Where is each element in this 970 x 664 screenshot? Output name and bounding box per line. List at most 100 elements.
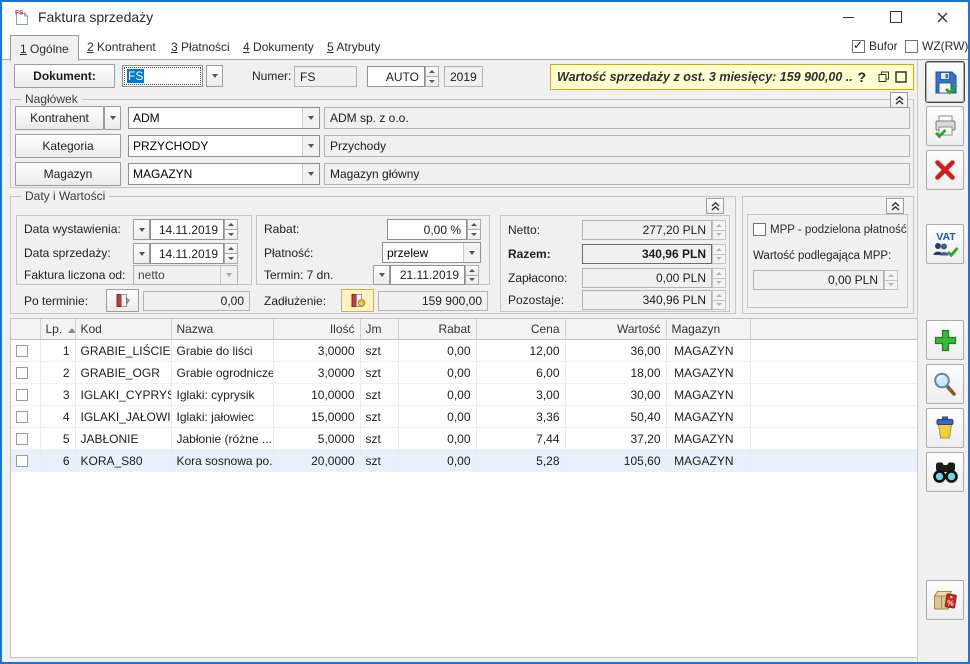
header-kod[interactable]: Kod	[75, 319, 171, 340]
header-jm[interactable]: Jm	[360, 319, 398, 340]
table-row[interactable]: 1GRABIE_LIŚCIEGrabie do liści3,0000szt0,…	[11, 340, 919, 362]
help-icon[interactable]: ?	[857, 69, 866, 85]
find-item-button[interactable]	[926, 452, 964, 492]
rabat-spinner[interactable]	[467, 219, 481, 240]
mpp-value-field: 0,00 PLN	[753, 270, 884, 290]
zadluzenie-button[interactable]	[341, 289, 374, 312]
vat-register-button[interactable]: VAT	[926, 224, 964, 264]
cell-cena: 12,00	[476, 340, 565, 362]
daty-collapse-button[interactable]	[706, 198, 724, 214]
delete-item-button[interactable]	[926, 408, 964, 448]
table-row[interactable]: 2GRABIE_OGRGrabie ogrodnicze3,0000szt0,0…	[11, 362, 919, 384]
data-wystawienia-spinner[interactable]	[224, 219, 238, 240]
po-terminie-label: Po terminie:	[24, 294, 88, 308]
mpp-collapse-button[interactable]	[886, 198, 904, 214]
cancel-button[interactable]	[926, 150, 964, 190]
tab-atrybuty[interactable]: 5 Atrybuty	[318, 35, 389, 59]
cell-nazwa: Iglaki: cyprysik	[171, 384, 273, 406]
header-rabat[interactable]: Rabat	[398, 319, 476, 340]
save-button[interactable]	[926, 62, 964, 102]
discount-button[interactable]: %	[926, 580, 964, 620]
spin-down-icon[interactable]	[425, 76, 439, 87]
termin-calendar-button[interactable]	[373, 265, 390, 285]
kontrahent-dropdown-button[interactable]	[104, 106, 121, 130]
dokument-dropdown-button[interactable]	[206, 65, 223, 87]
platnosc-combobox[interactable]: przelew	[382, 242, 481, 263]
table-row[interactable]: 3IGLAKI_CYPRYSIglaki: cyprysik10,0000szt…	[11, 384, 919, 406]
cell-ilosc: 10,0000	[273, 384, 360, 406]
chevron-down-icon[interactable]	[302, 136, 319, 156]
header-ilosc[interactable]: Ilość	[273, 319, 360, 340]
combo-value: PRZYCHODY	[129, 136, 302, 156]
header-filler	[750, 319, 919, 340]
tab-dokumenty[interactable]: 4 Dokumenty	[234, 35, 323, 59]
header-magazyn[interactable]: Magazyn	[666, 319, 750, 340]
maximize-button[interactable]	[876, 2, 916, 32]
row-checkbox-cell	[11, 428, 40, 450]
tab-ogolne[interactable]: 1 Ogólne	[10, 35, 79, 61]
data-wystawienia-field[interactable]: 14.11.2019	[150, 219, 224, 240]
chevron-down-icon[interactable]	[302, 164, 319, 184]
spin-down-icon[interactable]	[224, 229, 238, 240]
banner-maximize-icon[interactable]	[895, 71, 907, 83]
table-row[interactable]: 5JABŁONIEJabłonie (różne ...5,0000szt0,0…	[11, 428, 919, 450]
row-checkbox[interactable]	[16, 433, 28, 445]
dokument-button[interactable]: Dokument:	[14, 64, 115, 88]
cell-wartosc: 30,00	[565, 384, 666, 406]
header-cena[interactable]: Cena	[476, 319, 565, 340]
minimize-button[interactable]	[828, 2, 868, 32]
close-button[interactable]	[922, 2, 962, 32]
kontrahent-code-combobox[interactable]: ADM	[128, 107, 320, 129]
data-sprzedazy-field[interactable]: 14.11.2019	[150, 243, 224, 264]
header-nazwa[interactable]: Nazwa	[171, 319, 273, 340]
add-item-button[interactable]	[926, 320, 964, 360]
tab-platnosci[interactable]: 3 Płatności	[162, 35, 239, 59]
cell-rabat: 0,00	[398, 340, 476, 362]
wz-checkbox[interactable]: WZ(RW)	[905, 39, 968, 53]
row-checkbox[interactable]	[16, 389, 28, 401]
row-checkbox[interactable]	[16, 411, 28, 423]
table-row[interactable]: 6KORA_S80Kora sosnowa po...20,0000szt0,0…	[11, 450, 919, 472]
kategoria-button[interactable]: Kategoria	[15, 134, 121, 158]
dokument-type-combobox[interactable]: FS	[122, 65, 203, 87]
data-sprzedazy-calendar-button[interactable]	[133, 243, 150, 264]
rabat-field[interactable]: 0,00 %	[387, 219, 467, 240]
row-checkbox[interactable]	[16, 455, 28, 467]
mpp-checkbox[interactable]: MPP - podzielona płatność	[753, 223, 907, 236]
close-icon	[937, 12, 948, 23]
chevron-down-icon[interactable]	[463, 243, 480, 262]
numer-auto-field[interactable]: AUTO	[367, 66, 425, 87]
banner-restore-icon[interactable]	[878, 71, 890, 83]
data-wystawienia-calendar-button[interactable]	[133, 219, 150, 240]
spin-down-icon[interactable]	[465, 275, 479, 286]
numer-spinner[interactable]	[425, 66, 439, 87]
spin-down-icon[interactable]	[224, 253, 238, 264]
chevron-down-icon[interactable]	[302, 108, 319, 128]
items-tbody: 1GRABIE_LIŚCIEGrabie do liści3,0000szt0,…	[11, 340, 919, 472]
row-checkbox[interactable]	[16, 345, 28, 357]
edit-item-button[interactable]	[926, 364, 964, 404]
kontrahent-button[interactable]: Kontrahent	[15, 106, 104, 130]
termin-spinner[interactable]	[465, 265, 479, 285]
kategoria-combobox[interactable]: PRZYCHODY	[128, 135, 320, 157]
cell-filler	[750, 428, 919, 450]
overdue-book-icon	[114, 293, 131, 308]
termin-field[interactable]: 21.11.2019	[390, 265, 465, 285]
tab-kontrahent[interactable]: 2 Kontrahent	[78, 35, 165, 59]
magazyn-button[interactable]: Magazyn	[15, 162, 121, 186]
magazyn-combobox[interactable]: MAGAZYN	[128, 163, 320, 185]
print-button[interactable]	[926, 106, 964, 146]
spin-down-icon[interactable]	[467, 229, 481, 240]
pozostaje-label: Pozostaje:	[508, 293, 564, 307]
cell-kod: KORA_S80	[75, 450, 171, 472]
header-lp[interactable]: Lp.	[40, 319, 75, 340]
header-wartosc[interactable]: Wartość	[565, 319, 666, 340]
data-sprzedazy-label: Data sprzedaży:	[24, 246, 111, 260]
bufor-checkbox[interactable]: Bufor	[852, 39, 898, 53]
table-row[interactable]: 4IGLAKI_JAŁOWI...Iglaki: jałowiec15,0000…	[11, 406, 919, 428]
naglowek-collapse-button[interactable]	[890, 92, 908, 108]
row-checkbox-cell	[11, 406, 40, 428]
row-checkbox[interactable]	[16, 367, 28, 379]
data-sprzedazy-spinner[interactable]	[224, 243, 238, 264]
po-terminie-button[interactable]	[106, 289, 139, 312]
